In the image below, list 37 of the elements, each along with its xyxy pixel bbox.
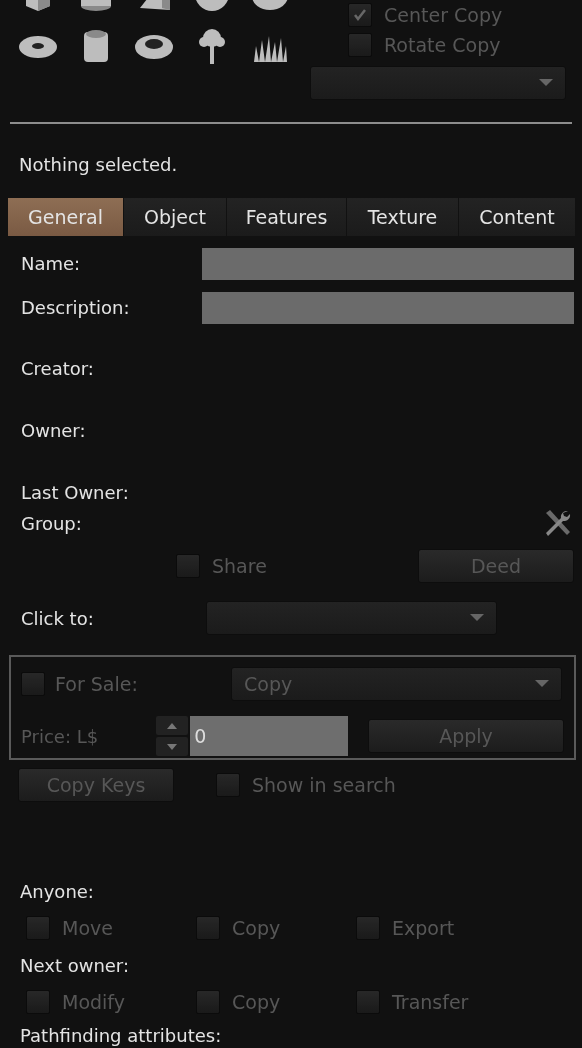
- checkbox-label: Show in search: [252, 773, 396, 796]
- caret-icon: [470, 614, 484, 622]
- info-label: Last Owner:: [21, 481, 129, 503]
- tab[interactable]: Object: [124, 198, 227, 237]
- click-to-label: Click to:: [21, 607, 95, 629]
- tab[interactable]: Texture: [347, 198, 459, 237]
- field-label: Description:: [21, 297, 131, 319]
- checkbox-label: Transfer: [392, 991, 469, 1013]
- checkbox-label: For Sale:: [55, 673, 139, 695]
- permission-heading: Next owner:: [19, 953, 131, 978]
- checkbox-label: Copy: [232, 917, 281, 939]
- checkbox-label: Move: [62, 917, 113, 939]
- tab[interactable]: Features: [227, 198, 347, 237]
- selection-status: Nothing selected.: [19, 154, 179, 177]
- checkbox-label: Center Copy: [384, 4, 503, 26]
- group-label: Group:: [21, 512, 82, 534]
- field-label: Name:: [21, 253, 82, 275]
- sale-type-dropdown[interactable]: Copy: [231, 667, 562, 701]
- permission-heading: Anyone:: [19, 879, 95, 904]
- price-label: Price: L$: [21, 725, 100, 747]
- spinner[interactable]: [156, 716, 189, 756]
- caret-icon: [539, 79, 553, 87]
- checkbox-label: Export: [392, 917, 455, 939]
- info-label: Creator:: [21, 357, 94, 379]
- tab[interactable]: Content: [459, 198, 576, 237]
- text-field[interactable]: [202, 291, 574, 324]
- checkbox-label: Copy: [232, 991, 281, 1013]
- tab[interactable]: General: [8, 198, 124, 237]
- checkbox-label: Rotate Copy: [384, 34, 501, 56]
- checkbox-label: Share: [212, 555, 267, 577]
- checkbox-label: Modify: [62, 991, 125, 1013]
- price-field[interactable]: 0: [190, 716, 349, 756]
- text-field[interactable]: [202, 247, 574, 280]
- info-label: Owner:: [21, 419, 86, 441]
- caret-icon: [535, 680, 549, 688]
- check-icon: [353, 8, 367, 22]
- pathfinding-label: Pathfinding attributes:: [19, 1023, 223, 1048]
